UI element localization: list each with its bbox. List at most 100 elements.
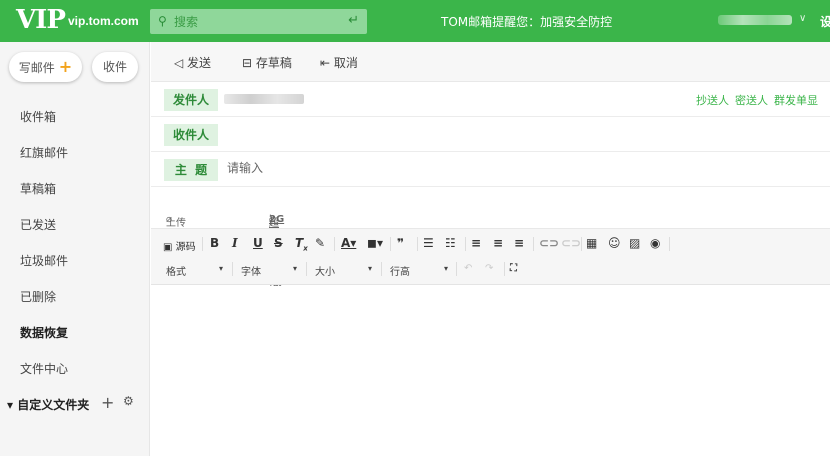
divider xyxy=(417,237,418,251)
sidebar-item-files[interactable]: 文件中心 xyxy=(20,360,68,377)
compose-button[interactable]: 写邮件 + xyxy=(9,52,82,82)
caret-down-icon[interactable]: ▾ xyxy=(368,264,372,273)
divider xyxy=(306,262,307,276)
save-draft-label: 存草稿 xyxy=(255,56,292,70)
table-icon[interactable]: ▦ xyxy=(586,236,597,250)
link-icon[interactable]: ⊂⊃ xyxy=(539,236,559,250)
compose-label: 写邮件 xyxy=(18,61,55,75)
chevron-down-icon[interactable]: ∨ xyxy=(799,13,806,24)
background-color-icon[interactable]: ◼▾ xyxy=(367,236,383,250)
send-button[interactable]: ◁ 发送 xyxy=(174,54,211,71)
enter-icon[interactable]: ↵ xyxy=(348,13,359,28)
caret-down-icon[interactable]: ▾ xyxy=(444,264,448,273)
big-attach-close: ) xyxy=(269,214,273,225)
search-input[interactable] xyxy=(174,9,344,34)
caret-down-icon[interactable]: ▾ xyxy=(293,264,297,273)
divider xyxy=(390,237,391,251)
divider xyxy=(465,237,466,251)
align-center-icon[interactable]: ≡ xyxy=(493,236,503,250)
cancel-button[interactable]: ⇤ 取消 xyxy=(320,54,358,71)
emoji-icon[interactable]: ☺ xyxy=(608,236,621,250)
sidebar-item-drafts[interactable]: 草稿箱 xyxy=(20,180,56,197)
subject-row: 主 题 xyxy=(151,152,830,187)
editor-body[interactable] xyxy=(151,286,830,456)
compass-icon[interactable]: ◉ xyxy=(650,236,660,250)
divider xyxy=(232,262,233,276)
settings-link[interactable]: 设 xyxy=(820,13,830,30)
size-select[interactable]: 大小 xyxy=(315,263,335,278)
from-label: 发件人 xyxy=(164,89,218,111)
source-icon: ▣ xyxy=(163,242,176,253)
save-draft-button[interactable]: ⊟ 存草稿 xyxy=(242,54,292,71)
vip-logo[interactable]: VIP xyxy=(16,5,66,35)
sidebar: 写邮件 + 收件 收件箱 红旗邮件 草稿箱 已发送 垃圾邮件 已删除 数据恢复 文… xyxy=(0,42,150,456)
send-label: 发送 xyxy=(187,56,212,70)
bullet-list-icon[interactable]: ☰ xyxy=(423,236,434,250)
align-left-icon[interactable]: ≡ xyxy=(471,236,481,250)
top-header: VIP vip.tom.com ⚲ ↵ TOM邮箱提醒您：加强安全防控 ∨ 设 xyxy=(0,0,830,42)
from-address-blurred[interactable] xyxy=(224,94,304,104)
line-height-select[interactable]: 行高 xyxy=(390,263,410,278)
caret-down-icon[interactable]: ▾ xyxy=(219,264,223,273)
cancel-icon: ⇤ xyxy=(320,56,334,70)
editor-toolbar: ▣ 源码 B I U S Tx ✎ A▾ ◼▾ ❞ ☰ ☷ ≡ ≡ ≡ ⊂⊃ ⊂… xyxy=(151,228,830,285)
sidebar-item-deleted[interactable]: 已删除 xyxy=(20,288,56,305)
gear-icon[interactable]: ⚙ xyxy=(123,394,134,408)
bold-icon[interactable]: B xyxy=(210,236,219,250)
clear-format-icon[interactable]: Tx xyxy=(295,236,308,252)
subject-label: 主 题 xyxy=(164,159,218,181)
undo-icon[interactable]: ↶ xyxy=(464,263,472,274)
divider xyxy=(381,262,382,276)
divider xyxy=(533,237,534,251)
divider xyxy=(581,237,582,251)
sidebar-item-recovery[interactable]: 数据恢复 xyxy=(20,324,68,341)
divider xyxy=(334,237,335,251)
divider xyxy=(456,262,457,276)
align-right-icon[interactable]: ≡ xyxy=(514,236,524,250)
strikethrough-icon[interactable]: S xyxy=(274,236,283,250)
custom-folders-toggle[interactable]: ▾ 自定义文件夹 xyxy=(7,396,89,413)
caret-down-icon: ▾ xyxy=(7,398,18,412)
cc-link[interactable]: 抄送人 xyxy=(696,94,729,107)
subject-input[interactable] xyxy=(227,161,727,175)
divider xyxy=(669,237,670,251)
add-folder-icon[interactable]: + xyxy=(101,393,114,412)
to-row[interactable]: 收件人 xyxy=(151,117,830,152)
plus-icon: + xyxy=(58,57,73,76)
sidebar-item-inbox[interactable]: 收件箱 xyxy=(20,108,56,125)
sidebar-item-flagged[interactable]: 红旗邮件 xyxy=(20,144,68,161)
redo-icon[interactable]: ↷ xyxy=(485,263,493,274)
source-label: 源码 xyxy=(175,242,196,253)
receive-button[interactable]: 收件 xyxy=(92,52,138,82)
to-label: 收件人 xyxy=(164,124,218,146)
sidebar-item-sent[interactable]: 已发送 xyxy=(20,216,56,233)
font-color-icon[interactable]: A▾ xyxy=(341,236,356,250)
fullscreen-icon[interactable]: ⛶ xyxy=(510,263,517,274)
cancel-label: 取消 xyxy=(333,56,358,70)
search-box[interactable]: ⚲ ↵ xyxy=(150,9,367,34)
unlink-icon[interactable]: ⊂⊃ xyxy=(561,236,581,250)
format-painter-icon[interactable]: ✎ xyxy=(315,236,325,250)
image-icon[interactable]: ▨ xyxy=(629,236,640,250)
from-row: 发件人 抄送人 密送人 群发单显 xyxy=(151,82,830,117)
numbered-list-icon[interactable]: ☷ xyxy=(445,236,456,250)
recipient-options: 抄送人 密送人 群发单显 xyxy=(690,92,818,108)
divider xyxy=(504,262,505,276)
blockquote-icon[interactable]: ❞ xyxy=(397,236,404,250)
domain-label: vip.tom.com xyxy=(68,14,139,28)
search-icon: ⚲ xyxy=(158,14,167,28)
divider xyxy=(202,237,203,251)
security-notice[interactable]: TOM邮箱提醒您：加强安全防控 xyxy=(441,13,612,30)
italic-icon[interactable]: I xyxy=(232,236,238,250)
custom-folders-label: 自定义文件夹 xyxy=(17,398,90,412)
user-account-blurred[interactable] xyxy=(718,15,792,25)
format-select[interactable]: 格式 xyxy=(166,263,186,278)
bcc-link[interactable]: 密送人 xyxy=(735,94,768,107)
draft-icon: ⊟ xyxy=(242,56,256,70)
group-single-link[interactable]: 群发单显 xyxy=(774,94,818,107)
send-icon: ◁ xyxy=(174,56,188,70)
underline-icon[interactable]: U xyxy=(253,236,263,250)
font-select[interactable]: 字体 xyxy=(241,263,261,278)
source-button[interactable]: ▣ 源码 xyxy=(163,238,196,253)
sidebar-item-spam[interactable]: 垃圾邮件 xyxy=(20,252,68,269)
